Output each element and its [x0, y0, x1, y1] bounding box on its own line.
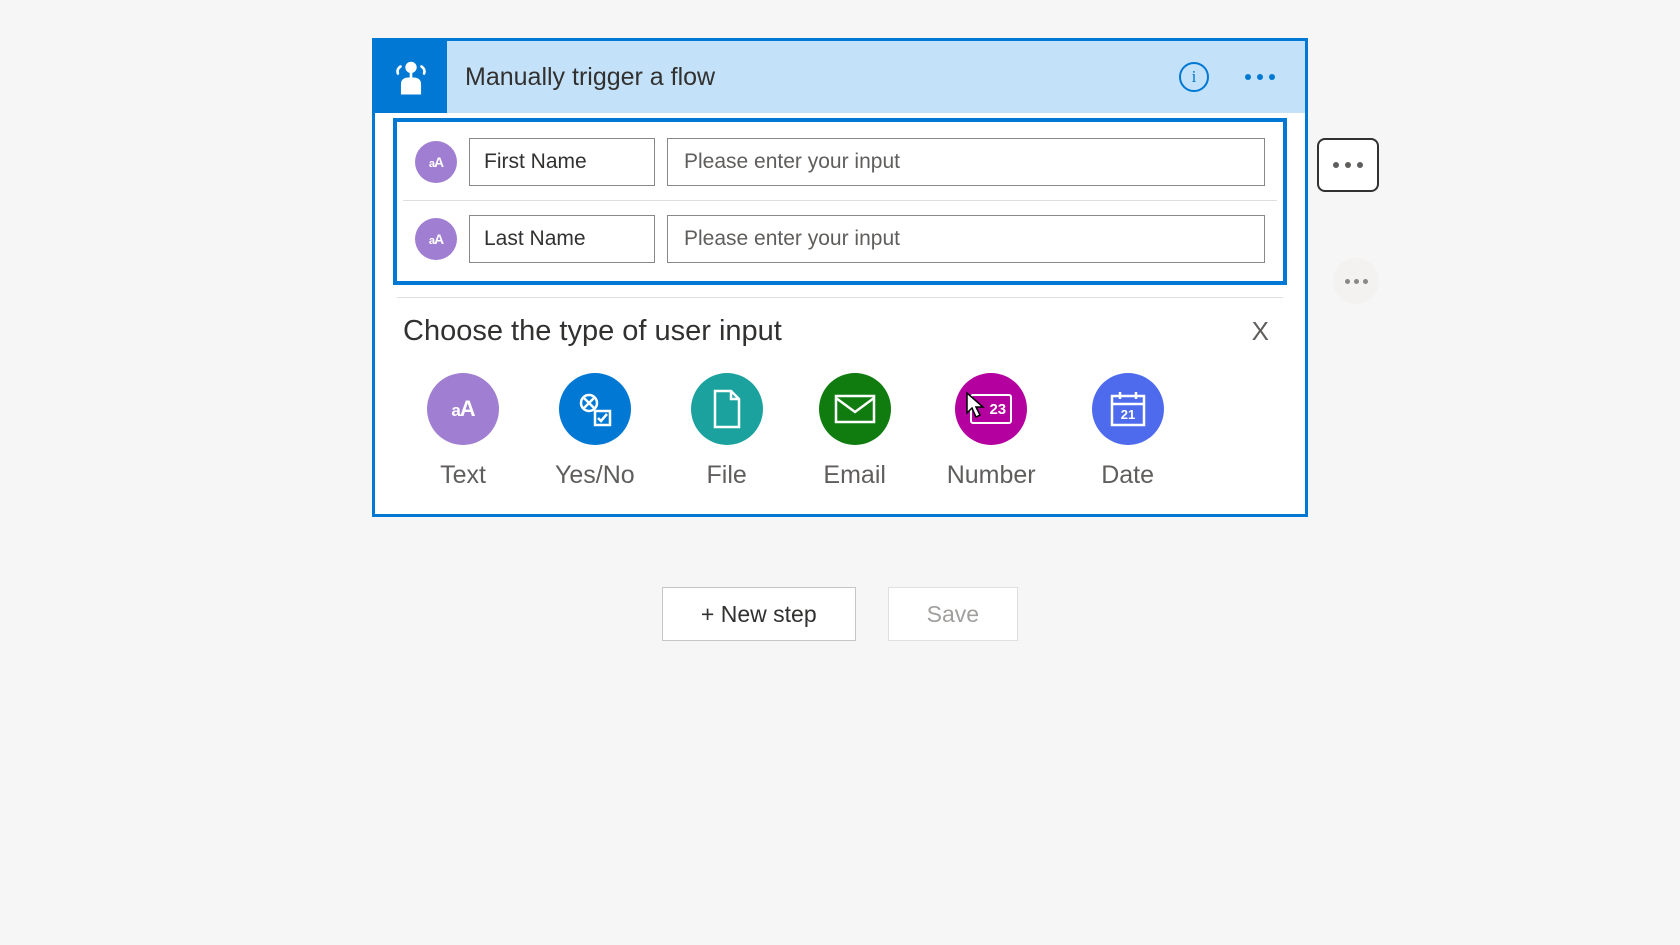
inputs-highlight: aA First Name aA Last Name — [393, 118, 1287, 285]
header-actions: i — [1179, 62, 1305, 92]
trigger-card: Manually trigger a flow i aA First Name — [372, 38, 1308, 517]
trigger-title: Manually trigger a flow — [465, 63, 1179, 92]
choose-input-type-section: Choose the type of user input X aA Text — [375, 298, 1305, 514]
choose-header: Choose the type of user input X — [403, 312, 1277, 351]
save-button[interactable]: Save — [888, 587, 1018, 641]
choose-title: Choose the type of user input — [403, 315, 782, 348]
header-menu-button[interactable] — [1239, 68, 1281, 86]
type-label: Date — [1101, 461, 1154, 490]
input-value-field[interactable] — [667, 215, 1265, 263]
input-row-menu-button[interactable] — [1333, 258, 1379, 304]
trigger-icon — [375, 41, 447, 113]
type-label: File — [707, 461, 747, 490]
file-icon — [691, 373, 763, 445]
svg-text:21: 21 — [1120, 407, 1134, 422]
type-option-text[interactable]: aA Text — [427, 373, 499, 490]
input-row-last-name: aA Last Name — [403, 207, 1277, 271]
type-option-date[interactable]: 21 Date — [1092, 373, 1164, 490]
number-icon: 23 — [955, 373, 1027, 445]
input-row-menu-button[interactable] — [1317, 138, 1379, 192]
type-label: Text — [440, 461, 486, 490]
input-row-first-name: aA First Name — [403, 130, 1277, 194]
type-option-file[interactable]: File — [691, 373, 763, 490]
info-icon[interactable]: i — [1179, 62, 1209, 92]
text-icon: aA — [427, 373, 499, 445]
type-label: Yes/No — [555, 461, 635, 490]
new-step-button[interactable]: + New step — [662, 587, 856, 641]
yesno-icon — [559, 373, 631, 445]
type-option-number[interactable]: 23 Number — [947, 373, 1036, 490]
close-button[interactable]: X — [1244, 312, 1277, 351]
date-icon: 21 — [1092, 373, 1164, 445]
type-option-email[interactable]: Email — [819, 373, 891, 490]
type-label: Number — [947, 461, 1036, 490]
trigger-header[interactable]: Manually trigger a flow i — [375, 41, 1305, 113]
text-type-icon: aA — [415, 218, 457, 260]
trigger-body: aA First Name aA Last Name — [375, 113, 1305, 514]
email-icon — [819, 373, 891, 445]
row-divider — [403, 200, 1277, 201]
bottom-actions: + New step Save — [662, 587, 1018, 641]
inputs-wrapper: aA First Name aA Last Name — [375, 118, 1305, 285]
input-name-field[interactable]: First Name — [469, 138, 655, 186]
manual-trigger-icon — [390, 56, 432, 98]
text-type-icon: aA — [415, 141, 457, 183]
type-label: Email — [823, 461, 886, 490]
input-value-field[interactable] — [667, 138, 1265, 186]
input-name-field[interactable]: Last Name — [469, 215, 655, 263]
type-option-yesno[interactable]: Yes/No — [555, 373, 635, 490]
input-type-options: aA Text Yes/No — [427, 373, 1277, 490]
